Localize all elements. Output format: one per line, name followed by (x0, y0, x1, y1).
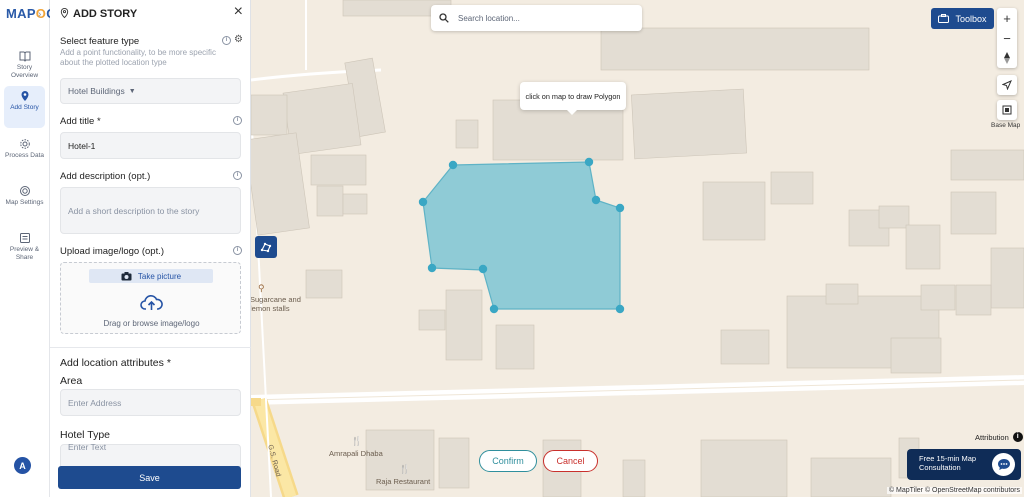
add-story-panel: ADD STORY × Select feature type i ⚙ Add … (50, 0, 251, 497)
poi-label[interactable]: Amrapali Dhaba (329, 449, 383, 458)
title-label: Add title * (60, 116, 101, 127)
upload-dropzone[interactable]: Take picture Drag or browse image/logo (60, 262, 241, 334)
location-pin-icon (21, 91, 28, 101)
map-basemap (251, 0, 1024, 497)
map-credit[interactable]: © MapTiler © OpenStreetMap contributors (886, 487, 1022, 494)
compass-icon[interactable] (997, 48, 1017, 68)
divider (50, 347, 251, 348)
poi-label[interactable]: Sugarcane and lemon stalls (251, 295, 310, 313)
info-icon: i (1012, 432, 1023, 442)
polygon-tool-icon (260, 242, 272, 253)
draw-polygon-tooltip: click on map to draw Polygon (520, 82, 626, 115)
save-button[interactable]: Save (58, 466, 241, 489)
map-canvas[interactable]: Search location... Toolbox + − Base Map … (251, 0, 1024, 497)
drag-browse-text: Drag or browse image/logo (103, 319, 200, 328)
upload-label: Upload image/logo (opt.) (60, 246, 165, 257)
zoom-controls: + − (997, 8, 1017, 68)
camera-icon (121, 271, 132, 280)
title-input[interactable]: Hotel-1 (60, 132, 241, 159)
info-icon[interactable]: i (233, 116, 242, 125)
rail-label: Map Settings (5, 199, 44, 206)
draw-polygon-button[interactable] (255, 236, 277, 258)
toolbox-icon (938, 14, 950, 23)
hotel-type-label: Hotel Type (60, 429, 111, 441)
info-icon[interactable]: i (233, 171, 242, 180)
zoom-in-button[interactable]: + (997, 8, 1017, 28)
preview-icon (19, 233, 30, 243)
toolbox-button[interactable]: Toolbox (931, 8, 994, 29)
cancel-button[interactable]: Cancel (543, 450, 598, 472)
location-attributes-label: Add location attributes * (60, 357, 171, 369)
rail-label: Preview & Share (9, 246, 40, 261)
rail-item-story-overview[interactable]: Story Overview (4, 46, 45, 88)
panel-form[interactable]: Select feature type i ⚙ Add a point func… (50, 27, 251, 467)
basemap-button[interactable] (997, 100, 1017, 120)
gear-icon (19, 139, 30, 149)
attribution-toggle[interactable]: Attribution i (975, 432, 1023, 442)
nav-rail: MAPOG › Story Overview Add Story Process… (0, 0, 56, 497)
rail-item-process-data[interactable]: Process Data (4, 134, 45, 176)
settings-icon (19, 186, 30, 196)
basemap-label: Base Map (991, 122, 1021, 129)
confirm-button[interactable]: Confirm (479, 450, 537, 472)
close-icon[interactable]: × (234, 4, 243, 20)
avatar[interactable]: A (14, 457, 31, 474)
rail-label: Process Data (4, 152, 45, 159)
rail-item-map-settings[interactable]: Map Settings (4, 181, 45, 223)
poi-label[interactable]: Raja Restaurant (376, 477, 430, 486)
hotel-type-input[interactable]: Enter Text (60, 442, 241, 467)
info-icon[interactable]: i (233, 246, 242, 255)
area-input[interactable]: Enter Address (60, 389, 241, 416)
search-icon (439, 13, 449, 23)
search-location-input[interactable]: Search location... (431, 5, 642, 31)
navigate-icon (997, 75, 1017, 95)
caret-down-icon: ▼ (128, 87, 136, 95)
basemap-icon (997, 100, 1017, 120)
rail-label: Add Story (10, 104, 39, 111)
restaurant-icon: 🍴 (351, 436, 363, 446)
take-picture-button[interactable]: Take picture (89, 269, 213, 283)
cloud-upload-icon (140, 295, 163, 310)
gear-icon[interactable]: ⚙ (234, 34, 243, 45)
rail-item-preview-share[interactable]: Preview & Share (4, 228, 45, 270)
feature-type-hint: Add a point functionality, to be more sp… (60, 48, 216, 67)
feature-type-label: Select feature type (60, 36, 140, 47)
poi-marker-icon: ⚲ (258, 283, 265, 293)
zoom-out-button[interactable]: − (997, 28, 1017, 48)
area-label: Area (60, 375, 83, 387)
description-textarea[interactable]: Add a short description to the story (60, 187, 241, 234)
panel-header: ADD STORY × (50, 0, 251, 27)
info-icon[interactable]: i (222, 36, 231, 45)
panel-title: ADD STORY (73, 8, 138, 20)
rail-label: Story Overview (10, 64, 39, 79)
description-label: Add description (opt.) (60, 171, 151, 182)
locate-button[interactable] (997, 75, 1017, 95)
rail-item-add-story[interactable]: Add Story (4, 86, 45, 128)
location-pin-icon (60, 7, 69, 19)
collapse-panel-icon[interactable]: › (38, 9, 41, 20)
chat-icon[interactable] (992, 453, 1015, 476)
restaurant-icon: 🍴 (399, 464, 411, 474)
feature-type-select[interactable]: Hotel Buildings ▼ (60, 78, 241, 104)
book-icon (19, 51, 30, 62)
consultation-banner[interactable]: Free 15-min Map Consultation (907, 449, 1021, 480)
